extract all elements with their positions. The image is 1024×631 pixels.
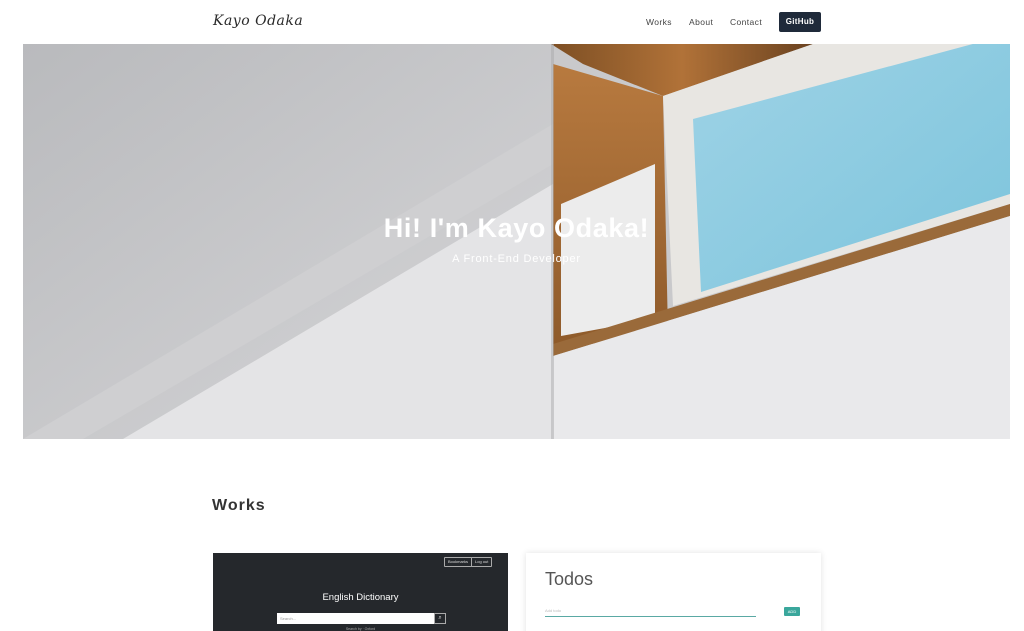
dict-logout-button: Log out [471, 557, 493, 567]
dict-title: English Dictionary [322, 592, 399, 603]
work-card-english-dictionary[interactable]: Bookmarks Log out English Dictionary Sea… [213, 553, 508, 631]
hero-subtitle: A Front-End Developer [452, 253, 581, 265]
works-heading: Works [212, 497, 266, 514]
dict-search-input: Search... [277, 613, 434, 624]
hero-banner: Hi! I'm Kayo Odaka! A Front-End Develope… [23, 44, 1010, 439]
todo-add-button: ADD [784, 607, 800, 616]
nav-link-works[interactable]: Works [646, 17, 672, 27]
site-logo[interactable]: Kayo Odaka [213, 13, 303, 29]
github-button[interactable]: GitHub [779, 12, 821, 32]
hero-title: Hi! I'm Kayo Odaka! [383, 213, 650, 243]
todo-input: Add todo [545, 607, 756, 617]
dict-footer-text: Search by · Oxford [345, 627, 376, 631]
nav-link-contact[interactable]: Contact [730, 17, 762, 27]
site-header: Kayo Odaka Works About Contact GitHub [0, 0, 1024, 44]
dict-bookmarks-button: Bookmarks [444, 557, 473, 567]
search-icon: ⌕ [434, 613, 446, 624]
nav-link-about[interactable]: About [689, 17, 713, 27]
work-card-todos[interactable]: Todos Add todo ADD [526, 553, 821, 631]
todo-title: Todos [545, 569, 594, 589]
